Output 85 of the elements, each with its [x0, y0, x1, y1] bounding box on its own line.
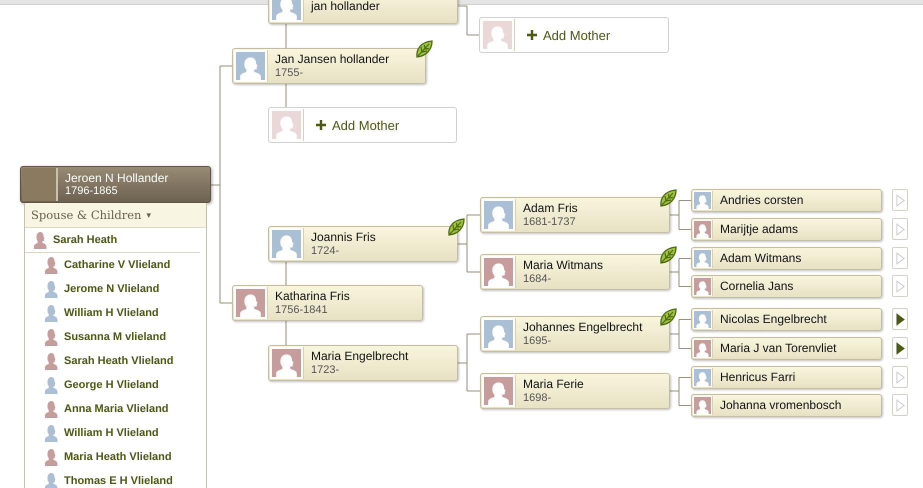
child-link[interactable]: Jerome N Vlieland — [64, 283, 160, 295]
plus-icon — [527, 30, 537, 40]
person-card[interactable]: Joannis Fris 1724- — [268, 226, 458, 262]
connector-line — [458, 6, 480, 36]
connector-line — [670, 258, 692, 287]
person-card[interactable]: Andries corsten — [691, 189, 882, 212]
person-name: Cornelia Jans — [720, 279, 794, 294]
person-card[interactable]: jan hollander — [268, 0, 458, 24]
triangle-icon — [896, 398, 904, 412]
child-link[interactable]: Maria Heath Vlieland — [64, 451, 172, 463]
dropdown-toggle[interactable]: ▾ — [146, 210, 152, 220]
person-card[interactable]: Cornelia Jans — [691, 275, 882, 298]
child-link[interactable]: Susanna M vlieland — [64, 331, 166, 343]
person-dates: 1755- — [275, 66, 304, 80]
person-name: Jeroen N Hollander — [65, 170, 168, 186]
child-link[interactable]: George H Vlieland — [64, 379, 159, 391]
person-card[interactable]: Maria Engelbrecht 1723- — [268, 345, 458, 381]
plus-icon — [316, 120, 326, 130]
triangle-icon — [896, 370, 904, 384]
person-card[interactable]: Johannes Engelbrecht 1695- — [480, 316, 670, 352]
person-name: Maria Engelbrecht — [311, 349, 408, 364]
leaf-icon[interactable] — [414, 39, 434, 59]
leaf-icon[interactable] — [658, 307, 678, 327]
person-card[interactable]: Maria Witmans 1684- — [480, 254, 670, 290]
person-name: Katharina Fris — [275, 289, 350, 304]
person-card[interactable]: Maria J van Torenvliet — [691, 337, 882, 360]
triangle-icon — [896, 280, 904, 292]
person-card[interactable]: Adam Fris 1681-1737 — [480, 197, 670, 233]
triangle-icon — [896, 312, 904, 326]
person-name: jan hollander — [311, 0, 380, 14]
focus-person-card[interactable]: Jeroen N Hollander 1796-1865 — [20, 166, 211, 203]
person-name: Nicolas Engelbrecht — [720, 312, 827, 327]
person-card[interactable]: Nicolas Engelbrecht — [691, 308, 882, 331]
child-link[interactable]: Anna Maria Vlieland — [64, 403, 169, 415]
photo-placeholder — [22, 168, 58, 201]
child-link[interactable]: William H Vlieland — [64, 427, 159, 439]
expand-button[interactable] — [892, 308, 908, 330]
person-card[interactable]: Adam Witmans — [691, 247, 882, 270]
spouse-link[interactable]: Sarah Heath — [53, 234, 118, 246]
person-name: Andries corsten — [720, 193, 804, 208]
leaf-icon[interactable] — [658, 245, 678, 265]
expand-button[interactable] — [892, 337, 908, 359]
person-name: Jan Jansen hollander — [275, 52, 390, 67]
person-name: Maria Witmans — [523, 258, 604, 273]
connector-line — [458, 334, 480, 392]
leaf-icon[interactable] — [446, 217, 466, 237]
person-card[interactable]: Henricus Farri — [691, 366, 882, 389]
child-link[interactable]: Thomas E H Vlieland — [64, 475, 173, 487]
person-name: Johanna vromenbosch — [720, 398, 842, 413]
person-dates: 1723- — [311, 364, 340, 377]
person-dates: 1681-1737 — [523, 216, 577, 229]
person-name: Henricus Farri — [720, 370, 796, 385]
person-card[interactable]: Maria Ferie 1698- — [480, 373, 670, 409]
person-card[interactable]: Johanna vromenbosch — [691, 394, 882, 417]
person-dates: 1796-1865 — [65, 185, 119, 198]
panel-title: Spouse & Children — [31, 208, 142, 222]
connector-line — [458, 214, 480, 272]
person-name: Adam Fris — [523, 201, 578, 216]
triangle-icon — [896, 194, 904, 206]
person-card[interactable]: Marijtje adams — [691, 218, 882, 241]
person-dates: 1698- — [523, 392, 552, 405]
child-link[interactable]: Catharine V Vlieland — [64, 259, 170, 271]
person-name: Maria J van Torenvliet — [720, 341, 836, 356]
triangle-icon — [896, 342, 904, 354]
person-name: Adam Witmans — [720, 251, 802, 266]
triangle-icon — [896, 222, 904, 236]
triangle-icon — [896, 252, 904, 264]
person-dates: 1756-1841 — [275, 304, 329, 317]
person-name: Marijtje adams — [720, 222, 798, 237]
child-link[interactable]: William H Vlieland — [64, 307, 159, 319]
connector-line — [670, 319, 692, 349]
person-card[interactable]: Jan Jansen hollander 1755- — [232, 48, 426, 84]
person-name: Maria Ferie — [523, 377, 584, 392]
person-dates: 1684- — [523, 272, 552, 286]
connector-line — [670, 200, 692, 230]
person-card[interactable]: Katharina Fris 1756-1841 — [232, 285, 423, 321]
add-parent-button[interactable]: Add Mother — [479, 17, 669, 53]
child-link[interactable]: Sarah Heath Vlieland — [64, 355, 174, 367]
person-dates: 1724- — [311, 244, 340, 258]
person-name: Joannis Fris — [311, 230, 376, 245]
person-dates: 1695- — [523, 334, 552, 348]
person-name: Johannes Engelbrecht — [523, 320, 642, 335]
connector-line — [670, 377, 692, 406]
leaf-icon[interactable] — [658, 188, 678, 208]
add-parent-button[interactable]: Add Mother — [268, 107, 457, 143]
